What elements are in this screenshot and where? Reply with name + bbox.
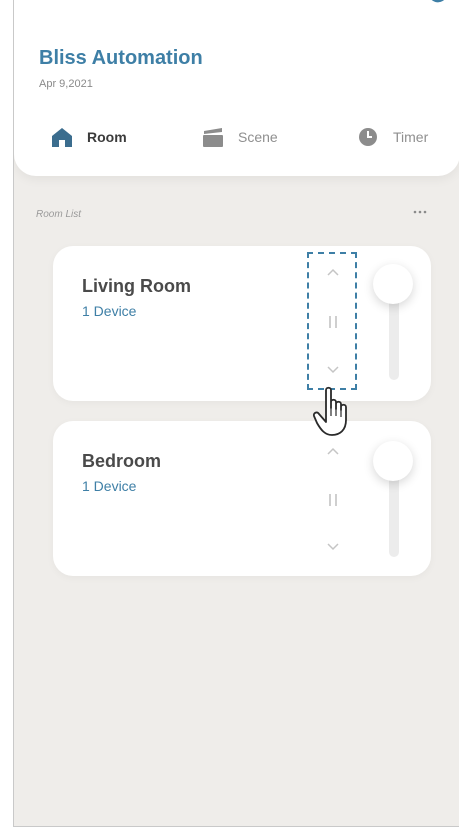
scene-icon bbox=[203, 128, 223, 147]
logo-icon bbox=[431, 0, 445, 3]
tab-scene[interactable]: Scene bbox=[202, 124, 278, 150]
app-header: Bliss Automation Apr 9,2021 Room Scene T… bbox=[14, 0, 459, 176]
tab-scene-label: Scene bbox=[238, 129, 278, 145]
chevron-down-icon[interactable] bbox=[325, 541, 341, 553]
tab-timer-label: Timer bbox=[393, 129, 429, 145]
room-name: Living Room bbox=[82, 276, 191, 296]
hand-pointer-icon bbox=[312, 386, 347, 436]
room-device-count[interactable]: 1 Device bbox=[82, 478, 136, 494]
clock-icon bbox=[359, 128, 377, 146]
slider-knob[interactable] bbox=[373, 441, 413, 481]
app-title: Bliss Automation bbox=[39, 47, 203, 69]
tab-timer[interactable]: Timer bbox=[357, 124, 428, 150]
control-highlight-box bbox=[307, 252, 357, 390]
slider-knob[interactable] bbox=[373, 264, 413, 304]
more-icon[interactable] bbox=[412, 207, 428, 217]
tab-bar: Room Scene Timer bbox=[14, 124, 459, 150]
tab-room[interactable]: Room bbox=[51, 124, 127, 150]
room-name: Bedroom bbox=[82, 451, 162, 471]
app-date: Apr 9,2021 bbox=[39, 78, 93, 90]
app-screen: Bliss Automation Apr 9,2021 Room Scene T… bbox=[13, 0, 459, 827]
chevron-up-icon[interactable] bbox=[325, 445, 341, 457]
room-card-living-room[interactable]: Living Room 1 Device bbox=[53, 246, 431, 401]
room-device-count[interactable]: 1 Device bbox=[82, 303, 136, 319]
room-card-bedroom[interactable]: Bedroom 1 Device bbox=[53, 421, 431, 576]
pause-icon[interactable] bbox=[328, 493, 338, 507]
home-icon bbox=[52, 128, 72, 147]
tab-room-label: Room bbox=[87, 129, 127, 145]
room-list-label: Room List bbox=[36, 209, 82, 220]
